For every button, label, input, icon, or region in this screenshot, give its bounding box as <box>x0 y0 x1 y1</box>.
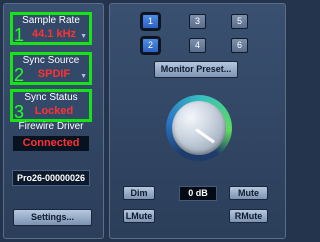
sync-status-box: Sync Status 3 Locked <box>10 89 92 122</box>
sample-rate-value: 44.1 kHz <box>31 28 77 40</box>
monitor-button-6[interactable]: 6 <box>231 38 248 53</box>
device-serial: Pro26-00000026 <box>12 170 90 186</box>
sync-source-title: Sync Source <box>22 55 80 66</box>
sync-status-title: Sync Status <box>24 92 78 103</box>
sync-status-number: 3 <box>14 102 25 122</box>
monitor-button-2[interactable]: 2 <box>142 38 159 53</box>
settings-button[interactable]: Settings... <box>13 209 92 226</box>
sync-source-box[interactable]: Sync Source 2 SPDIF ▼ <box>10 52 92 85</box>
sample-rate-number: 1 <box>14 25 25 45</box>
monitor-button-5[interactable]: 5 <box>231 14 248 29</box>
knob-face <box>172 101 226 155</box>
sample-rate-box[interactable]: Sample Rate 1 44.1 kHz ▼ <box>10 12 92 45</box>
right-mute-button[interactable]: RMute <box>229 209 268 223</box>
monitor-preset-button[interactable]: Monitor Preset... <box>154 61 238 78</box>
dropdown-arrow-icon[interactable]: ▼ <box>80 33 87 40</box>
firewire-driver-title: Firewire Driver <box>18 121 84 132</box>
monitor-button-3[interactable]: 3 <box>189 14 206 29</box>
sync-source-value: SPDIF <box>37 68 71 80</box>
sync-status-value: Locked <box>34 105 74 117</box>
mute-button[interactable]: Mute <box>229 186 268 200</box>
left-mute-button[interactable]: LMute <box>123 209 155 223</box>
dropdown-arrow-icon[interactable]: ▼ <box>80 73 87 80</box>
sync-source-number: 2 <box>14 65 25 85</box>
volume-knob[interactable] <box>166 95 232 161</box>
monitor-button-1[interactable]: 1 <box>142 14 159 29</box>
monitor-button-4[interactable]: 4 <box>189 38 206 53</box>
sample-rate-title: Sample Rate <box>22 15 80 26</box>
dim-button[interactable]: Dim <box>123 186 155 200</box>
volume-level-display: 0 dB <box>179 186 217 201</box>
firewire-driver-status: Connected <box>13 136 89 151</box>
